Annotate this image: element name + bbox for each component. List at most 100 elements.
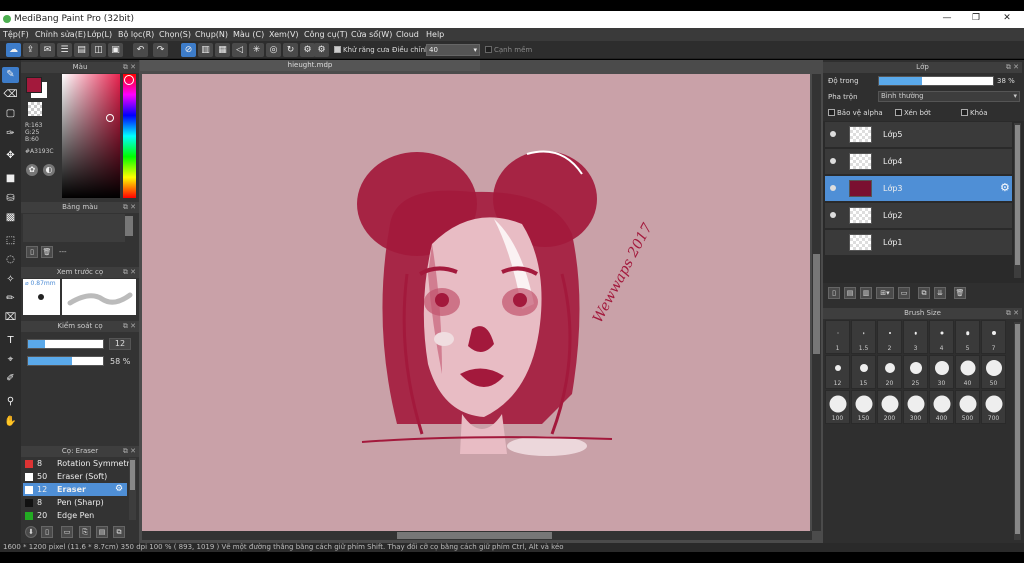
brush-list-scrollbar[interactable] (129, 458, 136, 520)
visibility-icon[interactable] (830, 185, 836, 191)
brush-item[interactable]: 50 Eraser (Soft) (23, 470, 127, 483)
brush-cloud-icon[interactable]: ⬇ (25, 526, 37, 538)
perspective-snap-icon[interactable]: ◁ (232, 43, 247, 57)
new-brush-icon[interactable]: ▯ (41, 526, 53, 538)
brush-size-scroll-thumb[interactable] (1015, 324, 1020, 534)
brush-size-cell[interactable]: 3 (903, 320, 928, 354)
chat-icon[interactable]: ☰ (57, 43, 72, 57)
vertical-scroll-thumb[interactable] (813, 254, 820, 354)
brush-size-cell[interactable]: 4 (929, 320, 954, 354)
select-eraser-tool-icon[interactable]: ⌧ (2, 310, 19, 326)
panel-expand-icon[interactable]: ⧉ ✕ (1006, 308, 1019, 319)
brush-size-value[interactable]: 12 (109, 338, 131, 350)
adjust-dropdown[interactable]: 40 ▾ (426, 44, 480, 56)
clipping-checkbox[interactable]: Xén bớt (895, 109, 931, 117)
brush-item[interactable]: 20 Edge Pen (23, 509, 127, 522)
select-pen-tool-icon[interactable]: ✏ (2, 291, 19, 307)
brush-size-cell[interactable]: 300 (903, 390, 928, 424)
display-icon[interactable]: ▣ (108, 43, 123, 57)
menu-color[interactable]: Màu (C) (233, 30, 264, 39)
new-8bit-layer-icon[interactable]: ▥ (860, 287, 872, 299)
comment-icon[interactable]: ✉ (40, 43, 55, 57)
hand-tool-icon[interactable]: ✋ (2, 414, 19, 430)
menu-view[interactable]: Xem(V) (269, 30, 299, 39)
brush-item[interactable]: 8 Rotation Symmetry (23, 457, 134, 470)
layer-list-scroll-thumb[interactable] (1015, 125, 1020, 265)
gear-icon[interactable]: ⚙ (115, 484, 123, 494)
blend-mode-dropdown[interactable]: Bình thường ▾ (878, 91, 1020, 102)
new-halftone-layer-icon[interactable]: ▤ (844, 287, 856, 299)
delete-palette-icon[interactable]: 🗑 (41, 246, 53, 258)
brush-size-cell[interactable]: 100 (825, 390, 850, 424)
panel-expand-icon[interactable]: ⧉ ✕ (123, 321, 136, 332)
color-picker-cursor[interactable] (106, 114, 114, 122)
protect-alpha-checkbox[interactable]: Bảo vệ alpha (828, 109, 883, 117)
menu-cloud[interactable]: Cloud (396, 30, 419, 39)
brush-size-cell[interactable]: 20 (877, 355, 902, 389)
bucket-tool-icon[interactable]: ⛁ (2, 191, 19, 207)
dot-tool-icon[interactable]: ✑ (2, 126, 19, 142)
brush-copy-icon[interactable]: ⎘ (79, 526, 91, 538)
radial-snap-icon[interactable]: ✳ (249, 43, 264, 57)
transparent-swatch[interactable] (28, 102, 42, 116)
brush-size-cell[interactable]: 1.5 (851, 320, 876, 354)
layer-row-selected[interactable]: Lớp3 ⚙ (825, 176, 1012, 202)
brush-size-cell[interactable]: 7 (981, 320, 1006, 354)
maximize-button[interactable]: ❐ (969, 13, 983, 26)
brush-size-cell[interactable]: 400 (929, 390, 954, 424)
drawing-canvas[interactable]: Wewwaps 2017 (142, 74, 810, 531)
close-button[interactable]: ✕ (1000, 13, 1014, 26)
brush-size-cell[interactable]: 5 (955, 320, 980, 354)
operation-tool-icon[interactable]: ⌖ (2, 352, 19, 368)
layer-row[interactable]: Lớp1 (825, 230, 1012, 256)
antialias-checkbox[interactable]: Khử răng cưa (334, 46, 390, 54)
brush-size-cell[interactable]: 700 (981, 390, 1006, 424)
color-history-icon[interactable]: ◐ (43, 164, 55, 176)
select-tool-icon[interactable]: ⬚ (2, 233, 19, 249)
panel-expand-icon[interactable]: ⧉ ✕ (123, 446, 136, 457)
curve-snap-icon[interactable]: ↻ (283, 43, 298, 57)
new-palette-icon[interactable]: ▯ (26, 246, 38, 258)
new-layer-icon[interactable]: ▯ (828, 287, 840, 299)
visibility-icon[interactable] (830, 131, 836, 137)
menu-file[interactable]: Tệp(F) (3, 30, 29, 39)
brush-size-cell[interactable]: 40 (955, 355, 980, 389)
redo-icon[interactable]: ↷ (153, 43, 168, 57)
undo-icon[interactable]: ↶ (133, 43, 148, 57)
brush-size-scrollbar[interactable] (1014, 322, 1021, 540)
menu-layer[interactable]: Lớp(L) (87, 30, 112, 39)
palette-icon[interactable]: ✿ (26, 164, 38, 176)
panel-expand-icon[interactable]: ⧉ ✕ (1006, 62, 1019, 73)
brush-tool-icon[interactable]: ✎ (2, 67, 19, 83)
brush-folder-icon[interactable]: ▭ (61, 526, 73, 538)
merge-layer-icon[interactable]: ⇊ (934, 287, 946, 299)
brush-size-slider[interactable] (27, 339, 104, 349)
menu-window[interactable]: Cửa sổ(W) (351, 30, 392, 39)
saturation-value-square[interactable] (62, 74, 120, 198)
hue-slider-handle[interactable] (124, 75, 134, 85)
menu-snap[interactable]: Chụp(N) (195, 30, 228, 39)
brush-size-cell[interactable]: 50 (981, 355, 1006, 389)
document-tab[interactable]: hieught.mdp (140, 60, 480, 71)
brush-size-cell[interactable]: 12 (825, 355, 850, 389)
brush-size-cell[interactable]: 200 (877, 390, 902, 424)
gradient-tool-icon[interactable]: ▩ (2, 210, 19, 226)
brush-duplicate-icon[interactable]: ⧉ (113, 526, 125, 538)
grid-snap-icon[interactable]: ▦ (215, 43, 230, 57)
brush-opacity-slider[interactable] (27, 356, 104, 366)
menu-filter[interactable]: Bộ lọc(R) (118, 30, 154, 39)
gear-icon[interactable]: ⚙ (1000, 181, 1010, 194)
layer-list-scrollbar[interactable] (1014, 123, 1021, 278)
lasso-tool-icon[interactable]: ◌ (2, 252, 19, 268)
share-icon[interactable]: ⇪ (23, 43, 38, 57)
menu-tools[interactable]: Công cụ(T) (304, 30, 348, 39)
panel-expand-icon[interactable]: ⧉ ✕ (123, 267, 136, 278)
layer-opacity-slider[interactable] (878, 76, 994, 86)
palette-scrollbar[interactable] (125, 216, 133, 236)
eraser-tool-icon[interactable]: ⌫ (2, 87, 19, 103)
brush-size-cell[interactable]: 30 (929, 355, 954, 389)
layer-folder-icon[interactable]: ▭ (898, 287, 910, 299)
brush-list-scroll-thumb[interactable] (130, 460, 135, 490)
menu-help[interactable]: Help (426, 30, 444, 39)
hue-slider[interactable] (123, 74, 136, 198)
